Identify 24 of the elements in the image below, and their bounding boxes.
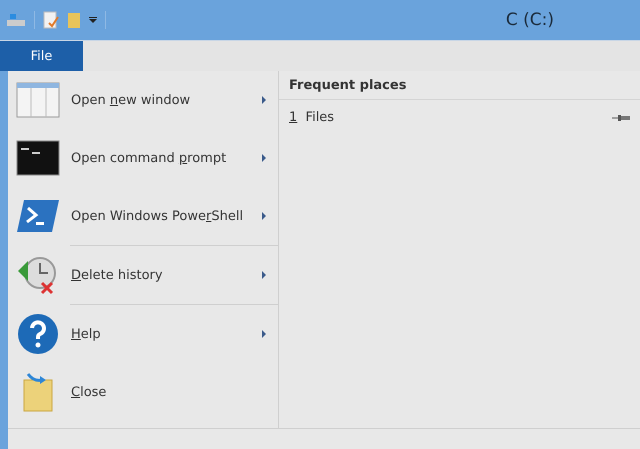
menu-item[interactable]: Open new window xyxy=(8,71,278,129)
submenu-arrow-icon xyxy=(262,271,266,279)
powershell-icon xyxy=(16,198,60,234)
submenu-arrow-icon xyxy=(262,330,266,338)
menu-item[interactable]: Help xyxy=(8,305,278,363)
help-icon xyxy=(17,313,59,355)
submenu-arrow-icon xyxy=(262,96,266,104)
pin-icon[interactable] xyxy=(612,114,630,122)
window-icon xyxy=(16,82,60,118)
properties-icon[interactable] xyxy=(43,11,59,29)
file-tab[interactable]: File xyxy=(0,41,83,71)
menu-item[interactable]: Open command prompt xyxy=(8,129,278,187)
folder-icon[interactable] xyxy=(67,11,81,29)
submenu-arrow-icon xyxy=(262,154,266,162)
command-prompt-icon xyxy=(16,140,60,176)
window-title: C (C:) xyxy=(506,10,554,30)
submenu-arrow-icon xyxy=(262,212,266,220)
menu-item[interactable]: Close xyxy=(8,363,278,421)
menu-item[interactable]: Open Windows PowerShell xyxy=(8,187,278,245)
menu-item[interactable]: Delete history xyxy=(8,246,278,304)
dropdown-icon[interactable] xyxy=(89,16,97,24)
section-title: Frequent places xyxy=(279,71,640,100)
drive-icon[interactable] xyxy=(6,12,26,28)
place-link[interactable]: 1 Files xyxy=(289,110,334,125)
